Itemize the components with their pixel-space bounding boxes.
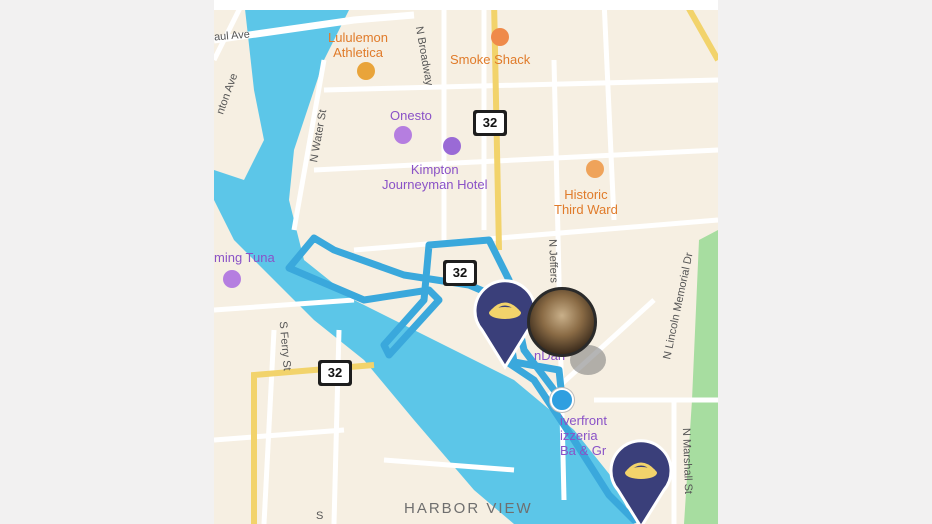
street-s: S xyxy=(316,510,324,522)
fork-knife-icon xyxy=(491,28,509,46)
poi-riverfront-line1: iverfront xyxy=(560,413,607,428)
highway-32-shield: 32 xyxy=(318,360,352,386)
poi-historic-line1: Historic xyxy=(564,187,608,202)
shield-number: 32 xyxy=(476,113,504,133)
bed-icon xyxy=(443,137,461,155)
food-bowl-pin-icon[interactable] xyxy=(606,435,676,524)
right-backdrop xyxy=(718,0,932,524)
poi-lululemon[interactable]: Lululemon Athletica xyxy=(328,30,388,60)
district-harbor-view: HARBOR VIEW xyxy=(404,500,533,517)
street-marshall: N Marshall St xyxy=(679,427,695,495)
shield-number: 32 xyxy=(321,363,349,383)
poi-kimpton-line2: Journeyman Hotel xyxy=(382,177,488,192)
status-bar xyxy=(214,0,718,10)
poi-lululemon-line2: Athletica xyxy=(333,45,383,60)
poi-kimpton[interactable]: Kimpton Journeyman Hotel xyxy=(382,162,488,192)
poi-onesto[interactable]: Onesto xyxy=(390,108,432,123)
poi-flaming-tuna[interactable]: ming Tuna xyxy=(214,250,275,265)
shopping-bag-icon xyxy=(357,62,375,80)
current-location-dot-icon[interactable] xyxy=(550,388,574,412)
highway-32-shield: 32 xyxy=(473,110,507,136)
poi-riverfront-line2: izzeria xyxy=(560,428,598,443)
poi-lululemon-line1: Lululemon xyxy=(328,30,388,45)
poi-historic-third-ward[interactable]: Historic Third Ward xyxy=(554,187,618,217)
poi-kimpton-line1: Kimpton xyxy=(410,162,459,177)
left-backdrop xyxy=(0,0,214,524)
street-jefferson: N Jeffers xyxy=(546,238,560,284)
poi-riverfront-pizzeria[interactable]: iverfront izzeria Ba & Gr xyxy=(560,413,607,458)
poi-smoke-shack[interactable]: Smoke Shack xyxy=(450,52,530,67)
poi-riverfront-line3: Ba & Gr xyxy=(560,443,607,458)
cocktail-icon xyxy=(223,270,241,288)
dog-avatar-icon[interactable] xyxy=(527,287,597,357)
museum-icon xyxy=(586,160,604,178)
poi-historic-line2: Third Ward xyxy=(554,202,618,217)
cocktail-icon xyxy=(394,126,412,144)
map-view[interactable]: Lululemon Athletica Smoke Shack Onesto K… xyxy=(214,0,718,524)
